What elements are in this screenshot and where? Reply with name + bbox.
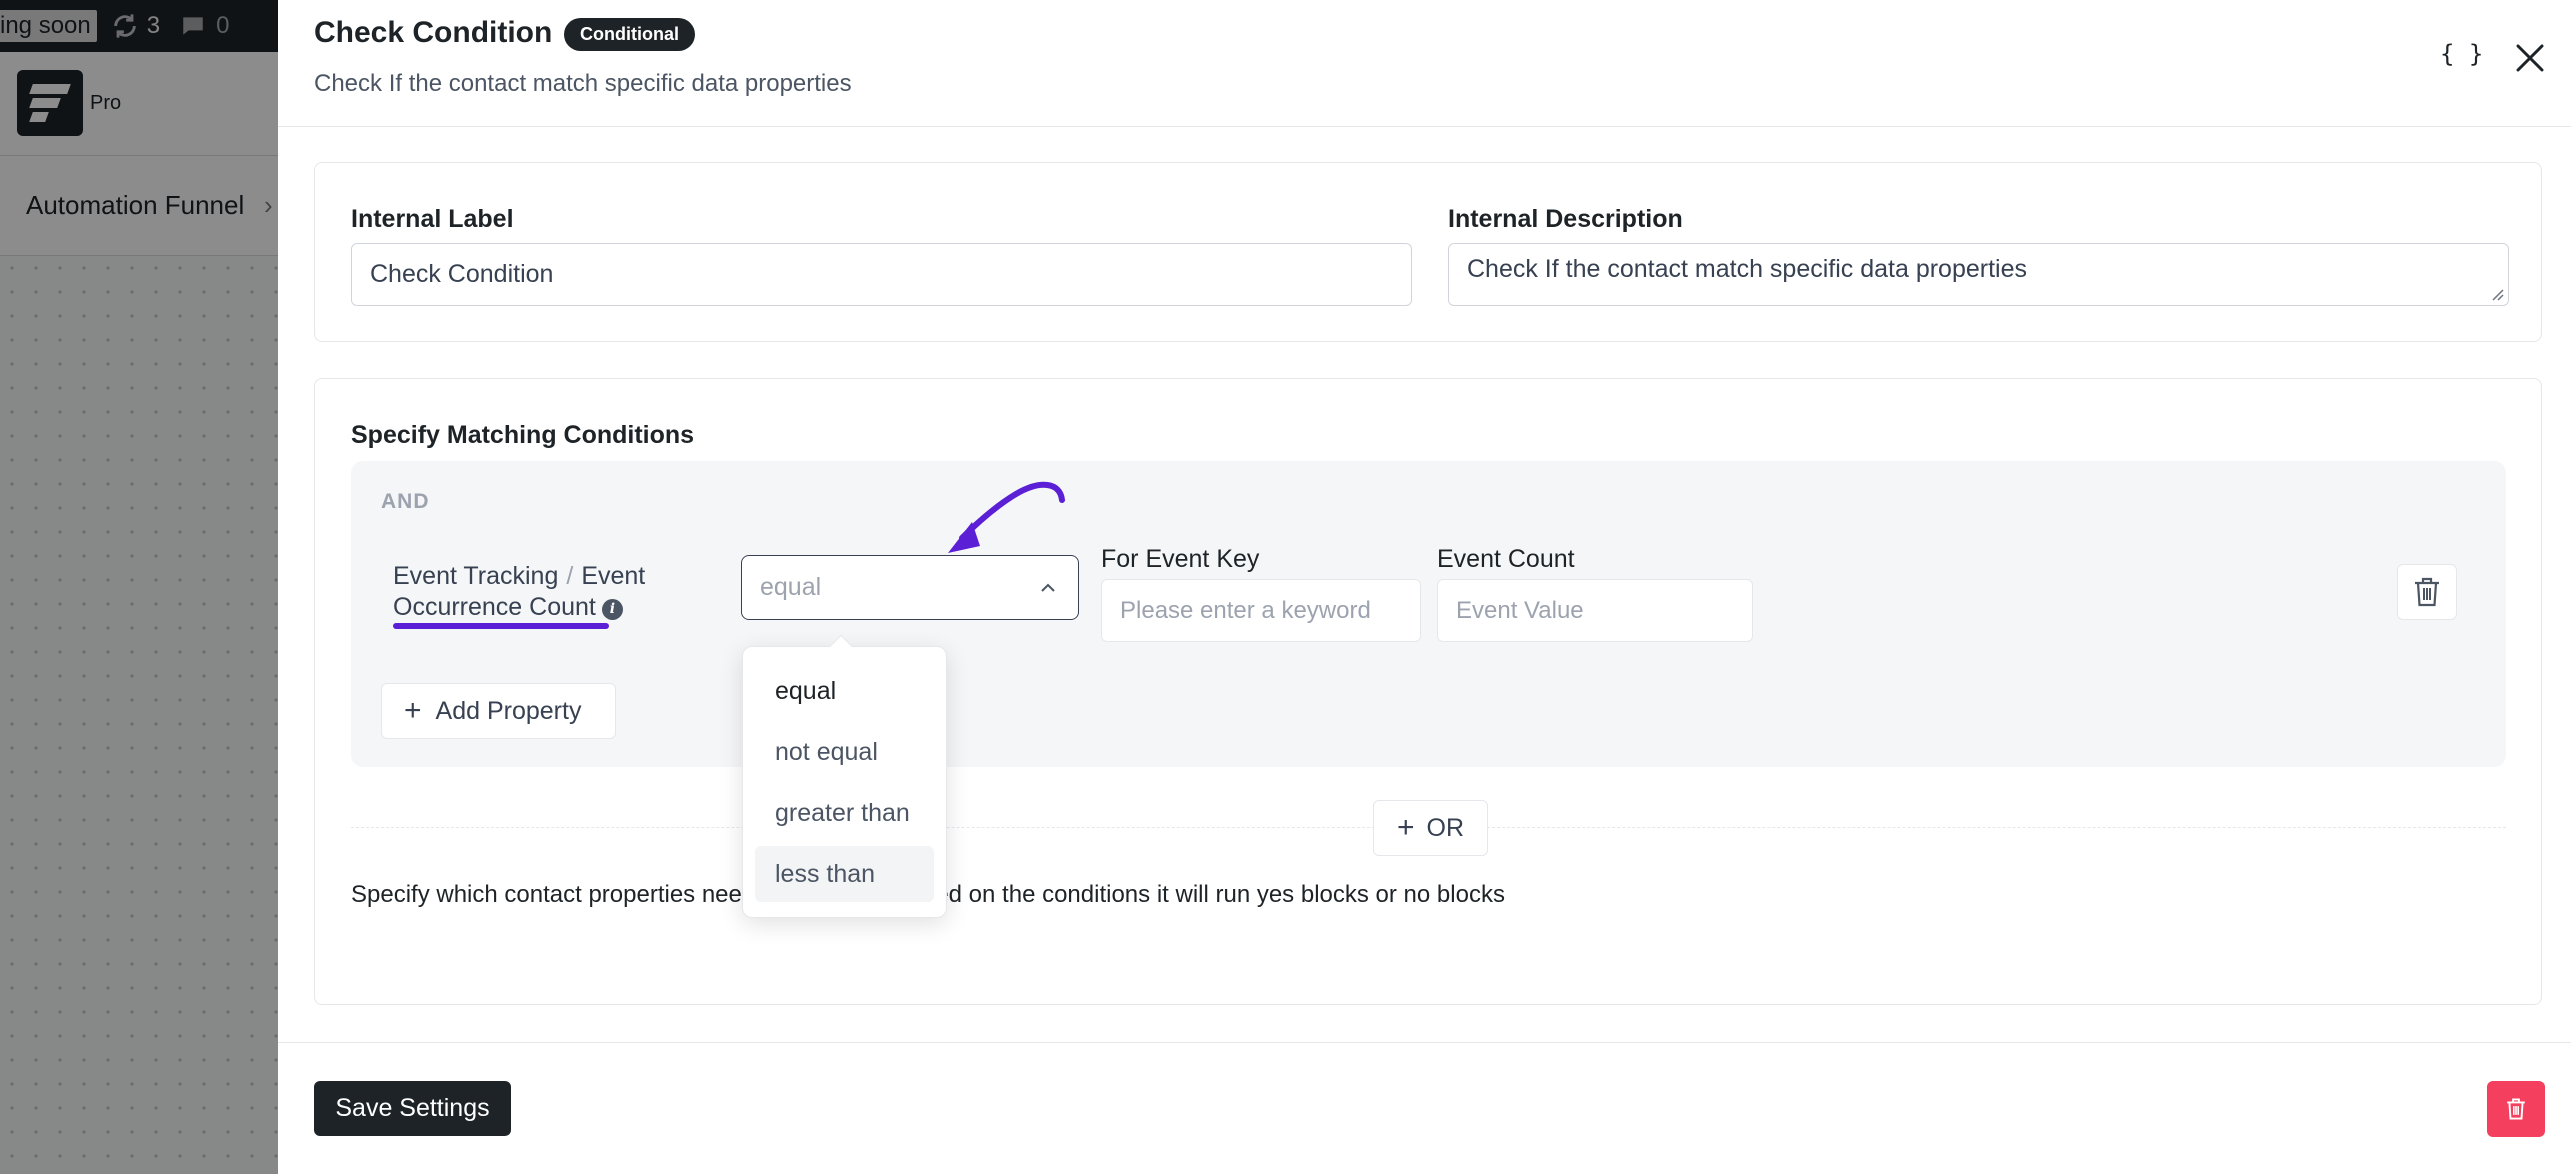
internal-description-value: Check If the contact match specific data… — [1467, 255, 2027, 283]
annotation-underline — [393, 623, 609, 629]
labels-card: Internal Label Check Condition Internal … — [314, 162, 2542, 342]
event-key-title: For Event Key — [1101, 545, 1260, 573]
chevron-up-icon — [1041, 583, 1055, 592]
delete-block-button[interactable] — [2487, 1081, 2545, 1137]
settings-drawer: Check Condition Conditional Check If the… — [278, 0, 2571, 1174]
operator-option-greater-than[interactable]: greater than — [755, 785, 934, 841]
info-icon[interactable]: i — [601, 599, 623, 620]
operator-dropdown: equal not equal greater than less than — [742, 634, 947, 918]
operator-option-not-equal[interactable]: not equal — [755, 724, 934, 780]
plus-icon: + — [404, 694, 422, 727]
drawer-subtitle: Check If the contact match specific data… — [314, 70, 852, 97]
drawer-header: Check Condition Conditional Check If the… — [278, 0, 2571, 127]
conditions-card: Specify Matching Conditions AND Event Tr… — [314, 378, 2542, 1005]
property-name-part-2: Occurrence Count — [393, 593, 596, 621]
conditional-badge: Conditional — [564, 18, 695, 51]
property-separator: / — [566, 562, 574, 590]
plus-icon: + — [1396, 811, 1415, 844]
internal-description-title: Internal Description — [1448, 205, 1683, 233]
operator-option-less-than[interactable]: less than — [755, 846, 934, 902]
event-count-input[interactable]: Event Value — [1437, 579, 1753, 642]
add-or-group-button[interactable]: + OR — [1373, 800, 1488, 856]
add-property-label: Add Property — [435, 696, 582, 725]
operator-option-equal[interactable]: equal — [755, 663, 934, 719]
delete-rule-button[interactable] — [2397, 564, 2457, 620]
or-label: OR — [1426, 813, 1465, 842]
event-key-input[interactable]: Please enter a keyword — [1101, 579, 1421, 642]
event-count-title: Event Count — [1437, 545, 1575, 573]
modal-overlay[interactable] — [0, 0, 278, 1174]
property-group: Event Tracking — [393, 562, 559, 590]
operator-select-value: equal — [760, 573, 822, 601]
close-icon[interactable] — [2512, 40, 2548, 76]
property-name-part-1: Event — [581, 562, 646, 590]
property-name: Event Tracking / Event Occurrence Count i — [393, 561, 693, 623]
drawer-title: Check Condition — [314, 16, 553, 49]
condition-group: AND Event Tracking / Event Occurrence Coun… — [351, 461, 2506, 767]
internal-label-input[interactable]: Check Condition — [351, 243, 1412, 306]
trash-icon — [2507, 1098, 2525, 1120]
internal-label-title: Internal Label — [351, 205, 514, 233]
drawer-footer: Save Settings — [278, 1042, 2571, 1174]
trash-icon — [2415, 577, 2439, 607]
resize-grip-icon[interactable] — [2490, 287, 2504, 301]
save-settings-button[interactable]: Save Settings — [314, 1081, 511, 1136]
add-property-button[interactable]: + Add Property — [381, 683, 616, 739]
json-view-icon[interactable]: { } — [2440, 40, 2483, 68]
conditions-title: Specify Matching Conditions — [351, 421, 695, 449]
internal-description-textarea[interactable]: Check If the contact match specific data… — [1448, 243, 2509, 306]
operator-select[interactable]: equal — [741, 555, 1079, 620]
and-operator-label: AND — [381, 490, 430, 513]
